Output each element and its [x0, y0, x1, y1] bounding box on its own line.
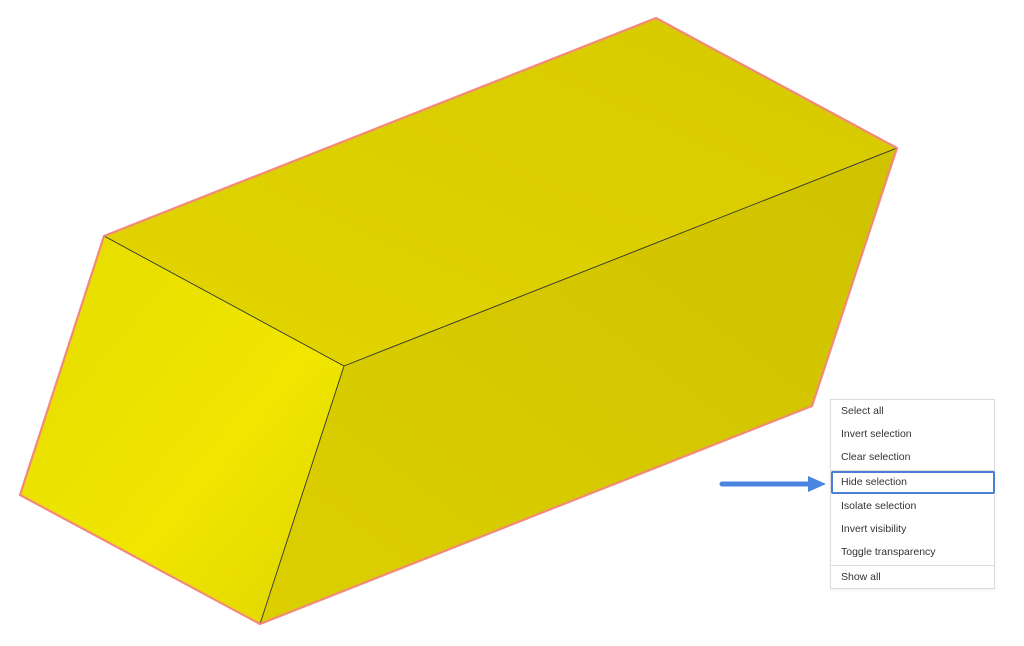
menu-item-toggle-transparency[interactable]: Toggle transparency [831, 541, 994, 564]
menu-item-select-all[interactable]: Select all [831, 400, 994, 423]
menu-item-show-all[interactable]: Show all [831, 566, 994, 589]
menu-item-isolate-selection[interactable]: Isolate selection [831, 495, 994, 518]
menu-item-clear-selection[interactable]: Clear selection [831, 446, 994, 469]
selected-box-part[interactable] [18, 16, 899, 626]
menu-item-invert-visibility[interactable]: Invert visibility [831, 518, 994, 541]
menu-item-hide-selection[interactable]: Hide selection [831, 471, 995, 494]
menu-item-invert-selection[interactable]: Invert selection [831, 423, 994, 446]
context-menu: Select all Invert selection Clear select… [830, 399, 995, 589]
